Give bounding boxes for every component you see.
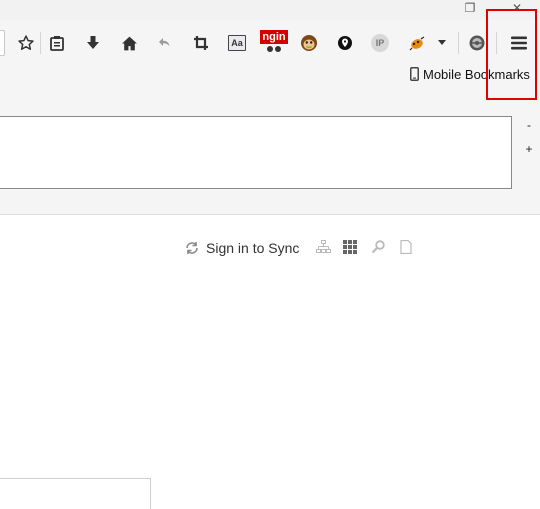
monkey-face-icon	[301, 35, 317, 51]
site-map-button[interactable]	[314, 238, 332, 256]
collapse-button[interactable]: -	[522, 118, 536, 134]
sync-label: Sign in to Sync	[206, 240, 300, 256]
grid-icon	[343, 240, 357, 254]
location-pin-icon	[338, 36, 352, 50]
back-arrow-icon	[159, 38, 170, 47]
extension-overflow-button[interactable]	[434, 30, 450, 56]
bookmark-star-icon	[18, 35, 34, 50]
restore-icon: ❐	[464, 1, 476, 15]
bug-extension-button[interactable]	[404, 30, 430, 56]
location-extension-button[interactable]	[332, 30, 358, 56]
nginx-extension-icon: ngin	[259, 30, 289, 56]
reading-list-icon	[50, 36, 64, 51]
sign-in-to-sync-link[interactable]: Sign in to Sync	[184, 237, 299, 259]
screenshot-crop-button[interactable]	[188, 30, 214, 56]
bottom-panel-box	[0, 478, 151, 509]
globe-shield-icon	[469, 35, 485, 51]
monkey-extension-button[interactable]	[296, 30, 322, 56]
search-icon	[371, 240, 385, 254]
expand-button[interactable]: +	[522, 142, 536, 158]
grid-view-button[interactable]	[341, 238, 359, 256]
reader-view-button[interactable]: Aa	[224, 30, 250, 56]
ip-lookup-button[interactable]: IP	[367, 30, 393, 56]
crop-icon	[194, 36, 208, 50]
content-panel-box	[0, 116, 512, 189]
dropdown-arrow-icon	[438, 40, 446, 45]
bug-extension-icon	[409, 36, 425, 51]
url-bar-edge[interactable]	[0, 30, 5, 56]
home-icon	[121, 36, 137, 50]
search-button[interactable]	[369, 238, 387, 256]
reader-view-icon: Aa	[228, 35, 246, 51]
toolbar-separator	[40, 32, 41, 54]
restore-window-button[interactable]: ❐	[456, 0, 484, 18]
home-button[interactable]	[116, 30, 142, 56]
page-icon	[400, 240, 412, 254]
page-button[interactable]	[397, 238, 415, 256]
nginx-extension-button[interactable]: ngin	[259, 30, 289, 56]
phone-icon	[410, 67, 419, 81]
undo-button[interactable]	[152, 30, 178, 56]
sitemap-icon	[315, 240, 331, 253]
bookmark-star-button[interactable]	[13, 30, 39, 56]
ip-lookup-icon: IP	[371, 34, 389, 52]
sync-icon	[186, 242, 198, 254]
toolbar-separator	[458, 32, 459, 54]
download-icon	[87, 36, 99, 49]
download-button[interactable]	[80, 30, 106, 56]
menu-button-highlight	[486, 9, 537, 100]
reading-list-button[interactable]	[44, 30, 70, 56]
